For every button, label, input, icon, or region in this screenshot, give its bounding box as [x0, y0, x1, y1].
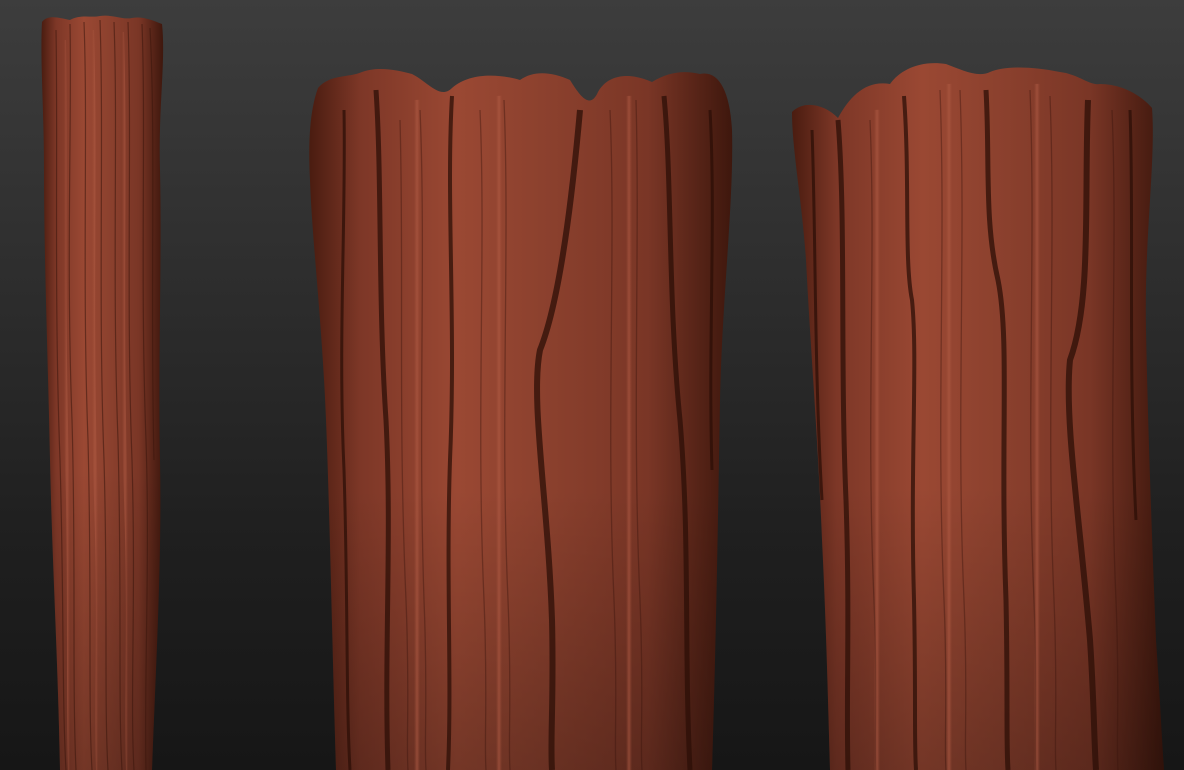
- viewport-canvas[interactable]: [0, 0, 1184, 770]
- trunk-wide-model[interactable]: [792, 63, 1164, 770]
- sculpt-viewport[interactable]: [0, 0, 1184, 770]
- trunk-medium-model[interactable]: [309, 68, 733, 770]
- trunk-thin-model[interactable]: [41, 15, 164, 770]
